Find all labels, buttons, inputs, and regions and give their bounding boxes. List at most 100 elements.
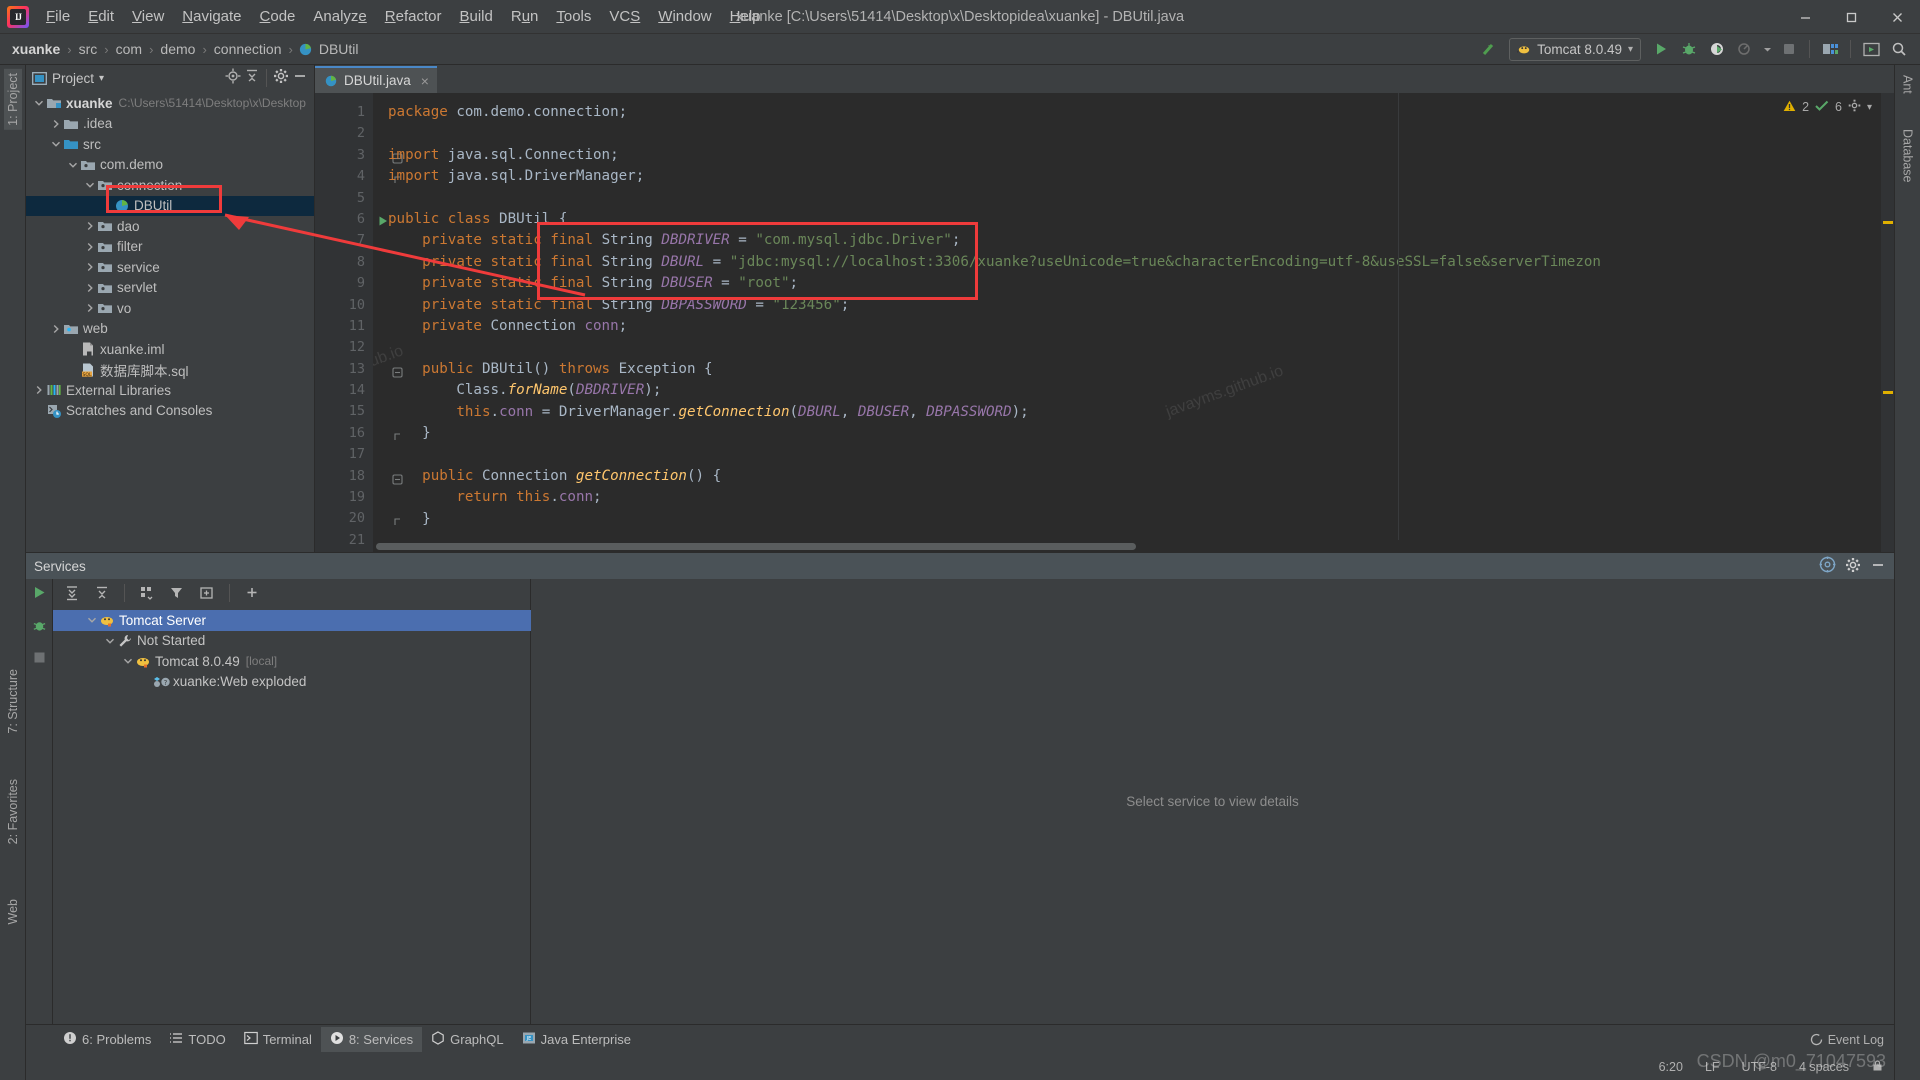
breadcrumb-item-xuanke[interactable]: xuanke [10,40,62,58]
status-tab-8-services[interactable]: 8: Services [320,1027,423,1052]
status-tab-graphql[interactable]: GraphQL [422,1027,512,1052]
stripe-warning-1[interactable] [1883,221,1893,224]
tree-node-filter[interactable]: filter [26,237,314,258]
code-area[interactable]: 12345678910111213141516171819202122 pack… [315,93,1894,552]
collapse-all-icon[interactable] [89,581,115,605]
chevron-right-icon[interactable] [83,221,97,231]
menu-refactor[interactable]: Refactor [376,3,451,31]
gutter-line-2[interactable]: 2 [315,123,373,144]
gutter-line-12[interactable]: 12 [315,337,373,358]
profile-icon[interactable] [1732,37,1758,61]
sidebar-item-web[interactable]: Web [4,895,22,928]
tree-node-com-demo[interactable]: com.demo [26,155,314,176]
gutter-line-21[interactable]: 21 [315,530,373,551]
indent-setting[interactable]: 4 spaces [1799,1060,1849,1074]
collapse-all-icon[interactable] [244,68,260,89]
event-log-button[interactable]: Event Log [1810,1033,1884,1047]
search-everywhere-icon[interactable] [1886,37,1912,61]
tree-node-xuanke-iml[interactable]: xuanke.iml [26,339,314,360]
menu-edit[interactable]: Edit [79,3,123,31]
menu-vcs[interactable]: VCS [600,3,649,31]
chevron-down-icon[interactable] [85,615,99,625]
status-tab-6-problems[interactable]: 6: Problems [54,1027,160,1052]
gear-icon[interactable] [273,68,289,89]
profile-dropdown-caret-icon[interactable] [1760,37,1774,61]
help-icon[interactable] [1819,556,1836,576]
gutter-line-5[interactable]: 5 [315,188,373,209]
tree-node-external-libraries[interactable]: External Libraries [26,380,314,401]
lock-icon[interactable] [1871,1059,1884,1075]
inspection-widget[interactable]: 2 6 ▾ [1783,99,1872,115]
menu-analyze[interactable]: Analyze [304,3,375,31]
minimize-button[interactable] [1782,0,1828,34]
gutter-line-8[interactable]: 8 [315,252,373,273]
chevron-down-icon[interactable] [49,139,63,149]
menu-view[interactable]: View [123,3,173,31]
menu-help[interactable]: Help [721,3,770,31]
gear-icon[interactable] [1845,557,1861,576]
chevron-down-icon[interactable]: ▾ [99,73,104,84]
chevron-down-icon[interactable] [103,636,117,646]
line-separator[interactable]: LF [1705,1060,1720,1074]
tree-node-vo[interactable]: vo [26,298,314,319]
menu-run[interactable]: Run [502,3,548,31]
build-icon[interactable] [1476,37,1502,61]
code-text-wrap[interactable]: package com.demo.connection; import java… [373,93,1881,552]
menu-window[interactable]: Window [649,3,720,31]
gutter-line-18[interactable]: 18 [315,466,403,487]
menu-build[interactable]: Build [450,3,501,31]
gutter-line-15[interactable]: 15 [315,401,373,422]
gutter-line-16[interactable]: 16 [315,423,400,444]
breadcrumb-item-dbutil[interactable]: DBUtil [298,40,361,58]
close-icon[interactable]: × [421,73,429,89]
project-panel-title[interactable]: Project ▾ [32,71,104,86]
chevron-down-icon[interactable]: ▾ [1867,102,1872,113]
project-tree[interactable]: xuanke C:\Users\51414\Desktop\x\Desktop .i… [26,91,314,552]
gutter-line-7[interactable]: 7 [315,230,373,251]
sidebar-item-structure[interactable]: 7: Structure [4,665,22,738]
tree-node-src[interactable]: src [26,134,314,155]
error-stripe[interactable] [1881,93,1894,552]
sidebar-item-favorites[interactable]: 2: Favorites [4,775,22,848]
sidebar-item-ant[interactable]: Ant [1899,71,1917,98]
chevron-down-icon[interactable] [121,656,135,666]
services-tree[interactable]: Tomcat Server Not Started Tomcat 8.0.49 [lo… [53,607,531,1024]
status-tab-todo[interactable]: TODO [160,1027,234,1052]
status-tab-java-enterprise[interactable]: JE Java Enterprise [513,1027,640,1052]
restore-layout-icon[interactable] [1858,37,1884,61]
breadcrumb-item-src[interactable]: src [77,40,100,58]
tree-node-scratches-and-consoles[interactable]: Scratches and Consoles [26,401,314,422]
editor-horizontal-scrollbar[interactable] [373,540,1881,552]
debug-icon[interactable] [32,618,47,638]
gutter-line-10[interactable]: 10 [315,295,373,316]
tree-node-servlet[interactable]: servlet [26,278,314,299]
add-tab-icon[interactable] [194,581,220,605]
close-button[interactable] [1874,0,1920,34]
services-node-xuanke-web-exploded[interactable]: ? xuanke:Web exploded [53,672,530,693]
expand-all-icon[interactable] [59,581,85,605]
gutter-line-4[interactable]: 4 [315,166,400,187]
menu-file[interactable]: File [37,3,79,31]
chevron-down-icon[interactable] [83,180,97,190]
filter-icon[interactable] [164,581,190,605]
editor-gutter[interactable]: 12345678910111213141516171819202122 [315,93,403,552]
gutter-line-6[interactable]: 6 [315,209,387,230]
services-node-tomcat-8-0-49[interactable]: Tomcat 8.0.49 [local] [53,651,530,672]
chevron-right-icon[interactable] [83,303,97,313]
chevron-right-icon[interactable] [83,283,97,293]
tree-node-数据库脚本-sql[interactable]: SQL 数据库脚本.sql [26,360,314,381]
gutter-line-19[interactable]: 19 [315,487,373,508]
file-encoding[interactable]: UTF-8 [1742,1060,1777,1074]
chevron-right-icon[interactable] [49,324,63,334]
tree-node-dbutil[interactable]: DBUtil [26,195,314,216]
add-icon[interactable] [239,581,265,605]
run-icon[interactable] [1648,37,1674,61]
services-node-not-started[interactable]: Not Started [53,631,530,652]
chevron-right-icon[interactable] [49,119,63,129]
sidebar-item-database[interactable]: Database [1899,125,1917,187]
gutter-line-17[interactable]: 17 [315,444,373,465]
chevron-down-icon[interactable] [66,160,80,170]
chevron-down-icon[interactable] [32,98,46,108]
status-tab-terminal[interactable]: Terminal [235,1027,321,1052]
gutter-line-1[interactable]: 1 [315,102,373,123]
